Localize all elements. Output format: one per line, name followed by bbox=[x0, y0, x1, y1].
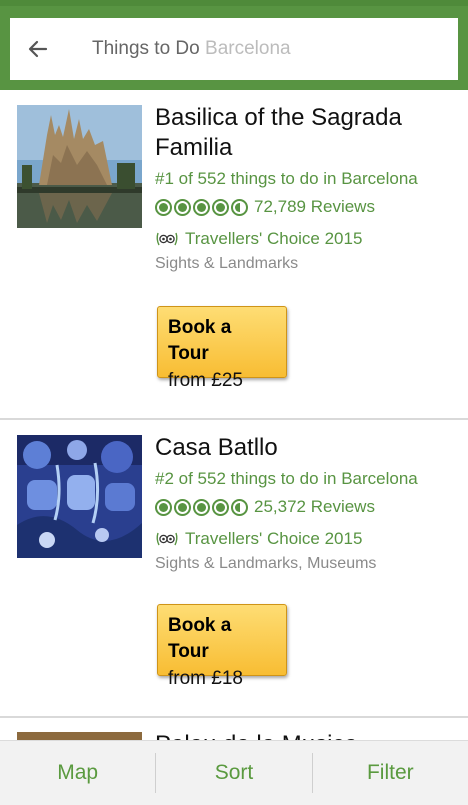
attraction-rank: #2 of 552 things to do in Barcelona bbox=[155, 469, 418, 488]
status-bar bbox=[0, 0, 468, 6]
attraction-category: Sights & Landmarks bbox=[155, 255, 299, 272]
attraction-title[interactable]: Palau de la Musica Catalana bbox=[155, 730, 458, 740]
rating-row: 72,789 Reviews bbox=[155, 197, 458, 217]
attraction-photo[interactable] bbox=[17, 732, 142, 740]
attraction-title[interactable]: Casa Batllo bbox=[155, 433, 458, 463]
rating-row: 25,372 Reviews bbox=[155, 497, 458, 517]
attraction-category: Sights & Landmarks, Museums bbox=[155, 555, 377, 572]
attractions-list[interactable]: Basilica of the Sagrada Familia #1 of 55… bbox=[0, 90, 468, 740]
attraction-photo[interactable] bbox=[17, 435, 142, 558]
back-button[interactable] bbox=[10, 18, 66, 80]
attraction-card[interactable]: Basilica of the Sagrada Familia #1 of 55… bbox=[0, 90, 468, 420]
attraction-title[interactable]: Basilica of the Sagrada Familia bbox=[155, 103, 458, 163]
arrow-back-icon[interactable] bbox=[26, 37, 50, 61]
attraction-card[interactable]: Casa Batllo #2 of 552 things to do in Ba… bbox=[0, 420, 468, 718]
attraction-info: Basilica of the Sagrada Familia #1 of 55… bbox=[155, 103, 458, 273]
award-label: Travellers' Choice 2015 bbox=[185, 229, 363, 248]
rating-bubbles-icon bbox=[155, 498, 248, 516]
book-tour-button[interactable]: Book a Tour from £25 bbox=[157, 306, 287, 391]
review-count[interactable]: 25,372 Reviews bbox=[254, 497, 375, 517]
bottom-tab-bar: Map Sort Filter bbox=[0, 740, 468, 805]
review-count[interactable]: 72,789 Reviews bbox=[254, 197, 375, 217]
attraction-photo[interactable] bbox=[17, 105, 142, 228]
search-prefix: Things to Do bbox=[92, 38, 200, 59]
attraction-rank: #1 of 552 things to do in Barcelona bbox=[155, 169, 418, 188]
attraction-card[interactable]: Palau de la Musica Catalana bbox=[0, 718, 468, 740]
search-placeholder: Barcelona bbox=[205, 38, 291, 59]
tab-sort[interactable]: Sort bbox=[156, 741, 311, 805]
app-header: Things to Do Barcelona bbox=[0, 0, 468, 90]
tab-map[interactable]: Map bbox=[0, 741, 155, 805]
award-row: Travellers' Choice 2015 bbox=[155, 229, 458, 249]
rating-bubbles-icon bbox=[155, 198, 248, 216]
tab-filter[interactable]: Filter bbox=[313, 741, 468, 805]
search-query[interactable]: Things to Do Barcelona bbox=[92, 38, 291, 60]
owl-award-icon bbox=[156, 232, 178, 246]
book-tour-button[interactable]: Book a Tour from £18 bbox=[157, 604, 287, 689]
award-label: Travellers' Choice 2015 bbox=[185, 529, 363, 548]
search-bar[interactable]: Things to Do Barcelona bbox=[10, 18, 458, 80]
attraction-info: Casa Batllo #2 of 552 things to do in Ba… bbox=[155, 433, 458, 573]
award-row: Travellers' Choice 2015 bbox=[155, 529, 458, 549]
attraction-info: Palau de la Musica Catalana bbox=[155, 730, 458, 740]
owl-award-icon bbox=[156, 532, 178, 546]
